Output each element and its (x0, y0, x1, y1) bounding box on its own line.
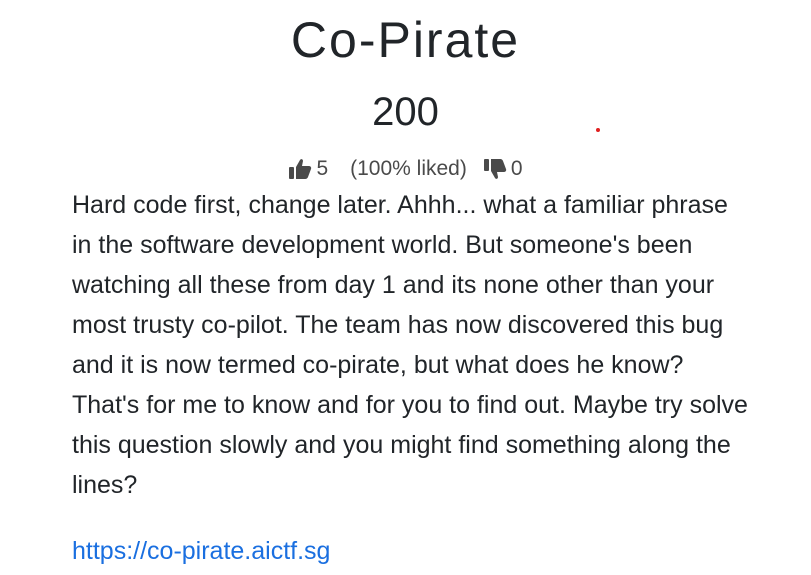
challenge-description: Hard code first, change later. Ahhh... w… (72, 191, 748, 499)
challenge-title: Co-Pirate (290, 12, 521, 68)
thumbs-down-icon (483, 158, 507, 180)
mouse-cursor-dot (596, 128, 600, 132)
rating-bar: 5 (100% liked) 0 (0, 156, 811, 182)
dislikes-count: 0 (510, 157, 523, 180)
challenge-panel: Co-Pirate 200 5 (100% liked) 0 Hard code… (0, 0, 811, 575)
thumbs-up-icon (288, 158, 312, 180)
like-button[interactable]: 5 (288, 156, 328, 182)
challenge-link[interactable]: https://co-pirate.aictf.sg (72, 531, 330, 571)
likes-count: 5 (316, 157, 329, 180)
challenge-points: 200 (372, 90, 439, 134)
dislike-button[interactable]: 0 (483, 156, 523, 182)
liked-percentage: (100% liked) (350, 157, 467, 180)
